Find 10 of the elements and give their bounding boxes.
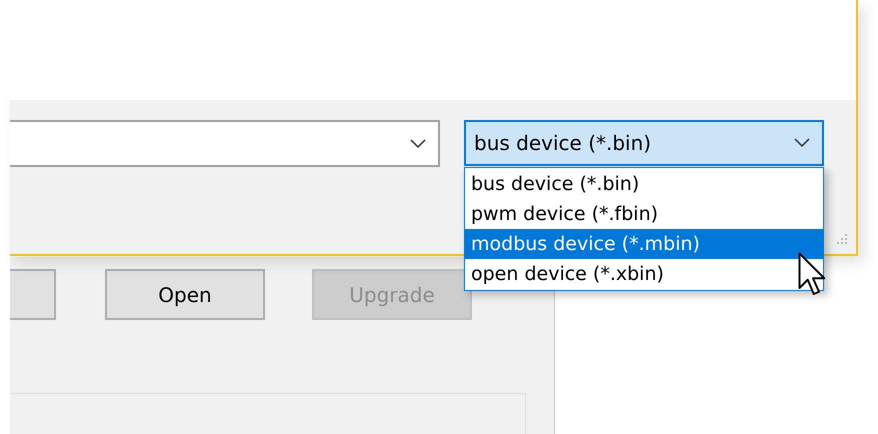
resize-grip-icon[interactable]: [834, 232, 848, 246]
file-type-dropdown[interactable]: bus device (*.bin): [464, 120, 824, 166]
file-name-field[interactable]: [10, 120, 440, 167]
open-button[interactable]: Open: [105, 269, 265, 320]
chevron-icon: [410, 138, 426, 148]
partial-button[interactable]: [10, 269, 56, 320]
dropdown-option[interactable]: modbus device (*.mbin): [465, 229, 823, 259]
chevron-icon: [794, 138, 810, 148]
dropdown-option[interactable]: pwm device (*.fbin): [465, 199, 823, 229]
dropdown-option[interactable]: bus device (*.bin): [465, 169, 823, 199]
